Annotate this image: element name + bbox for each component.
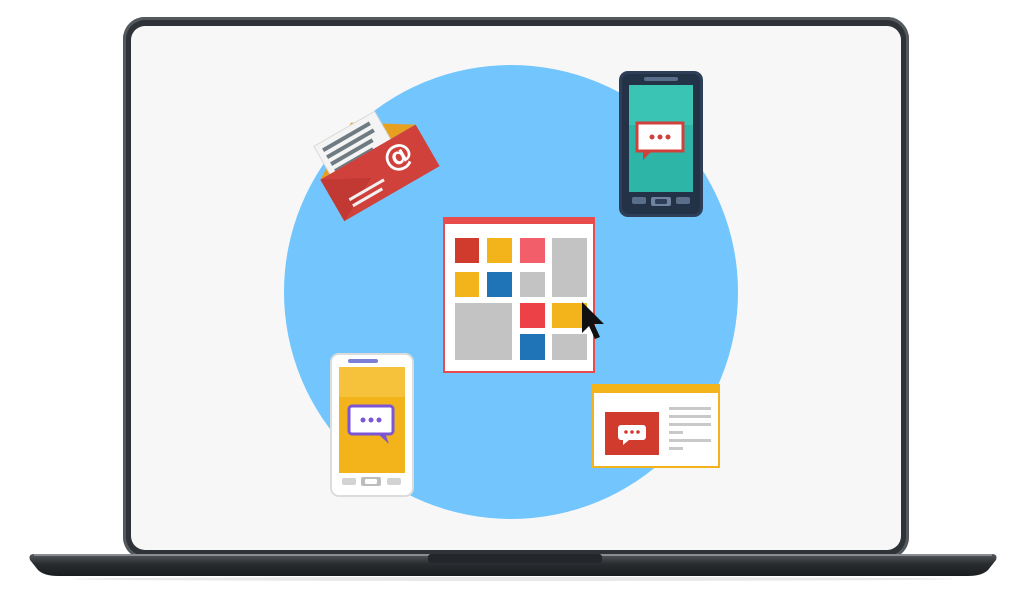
laptop-screen: @ <box>131 26 901 550</box>
smartphone-dark-chat-icon <box>619 71 703 217</box>
illustration-canvas: @ <box>284 65 738 519</box>
web-page-chat-icon <box>592 384 720 468</box>
tile-dashboard-icon <box>443 217 595 373</box>
laptop-base <box>28 548 998 582</box>
smartphone-white-chat-icon <box>330 353 414 497</box>
